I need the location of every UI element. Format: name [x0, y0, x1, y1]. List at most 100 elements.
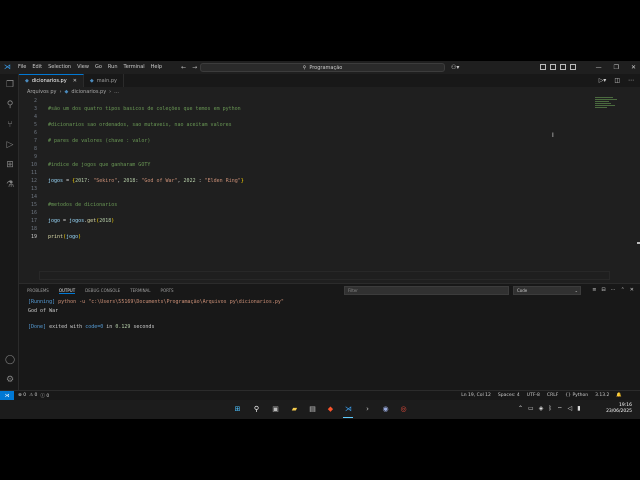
vscode-logo-icon: ⋊: [4, 63, 11, 71]
token: "God of War": [141, 178, 178, 184]
token: "Elden Ring": [204, 178, 241, 184]
menu-selection[interactable]: Selection: [45, 61, 74, 74]
elapsed-seconds: 0.129: [115, 324, 131, 330]
line-number: 16: [30, 210, 37, 216]
store-icon[interactable]: ▤: [307, 404, 318, 415]
code-editor[interactable]: 2 3 4 5 6 7 8 9 10 11 12 13 14 15 16 17 …: [19, 97, 640, 283]
line-number: 18: [30, 226, 37, 232]
toggle-panel-icon[interactable]: [560, 64, 566, 70]
windows-start-icon[interactable]: ⊞: [232, 404, 243, 415]
run-file-icon[interactable]: ▷▾: [599, 77, 607, 84]
back-arrow-icon[interactable]: ←: [181, 64, 186, 71]
chrome-icon[interactable]: ◎: [398, 404, 409, 415]
close-panel-icon[interactable]: ✕: [630, 287, 634, 293]
battery-icon[interactable]: ▮: [577, 405, 580, 413]
token: print: [48, 234, 64, 240]
output-filter-input[interactable]: Filter: [344, 286, 509, 295]
maximize-panel-icon[interactable]: ⌃: [621, 287, 625, 293]
code-line-19: print(jogo): [48, 233, 81, 241]
editor-scrollbar[interactable]: [632, 97, 640, 283]
volume-icon[interactable]: ◁: [568, 405, 573, 413]
token: 2017: [75, 178, 88, 184]
problems-summary[interactable]: ⊗ 0 ⚠ 0 ⓘ 0: [18, 393, 49, 399]
task-view-icon[interactable]: ▣: [270, 404, 281, 415]
account-icon[interactable]: ◯: [5, 355, 15, 365]
tab-dicionarios[interactable]: ◆ dicionarios.py ✕: [19, 74, 84, 87]
remote-indicator-icon[interactable]: ⋊: [0, 390, 14, 401]
running-tag: [Running]: [28, 299, 56, 305]
split-editor-icon[interactable]: ◫: [614, 77, 620, 84]
more-actions-icon[interactable]: ⋯: [628, 77, 634, 84]
token: jogo: [48, 218, 61, 224]
menu-go[interactable]: Go: [92, 61, 105, 74]
forward-arrow-icon[interactable]: →: [192, 64, 197, 71]
network-status-icon[interactable]: ▭: [528, 405, 534, 413]
code-line-17: jogo = jogos.get(2018): [48, 217, 114, 225]
copilot-icon[interactable]: ⚇▾: [451, 64, 459, 71]
token: 2022: [183, 178, 196, 184]
shield-icon[interactable]: ◈: [539, 405, 544, 413]
windows-taskbar: ⊞ ⚲ ▣ ▰ ▤ ◆ ⋊ › ◉ ◎ ⌃ ▭ ◈ ᛒ ⌔ ◁ ▮ 19:16 …: [0, 400, 640, 419]
menu-help[interactable]: Help: [148, 61, 165, 74]
steam-icon[interactable]: ◉: [380, 404, 391, 415]
minimize-button[interactable]: —: [596, 61, 602, 74]
customize-layout-icon[interactable]: [570, 64, 576, 70]
token: =: [63, 178, 73, 184]
vscode-taskbar-icon[interactable]: ⋊: [343, 404, 354, 415]
breadcrumb-folder[interactable]: Arquivos py: [27, 89, 56, 95]
token: jogos: [48, 178, 64, 184]
token: :: [195, 178, 205, 184]
toggle-sidebar-icon[interactable]: [540, 64, 546, 70]
command-center-search[interactable]: ⚲ Programação: [200, 63, 445, 72]
minimap[interactable]: [595, 97, 623, 117]
chevron-up-icon[interactable]: ⌃: [518, 405, 523, 413]
close-icon[interactable]: ✕: [73, 78, 77, 84]
tab-debug-console[interactable]: DEBUG CONSOLE: [85, 288, 120, 294]
tab-output[interactable]: OUTPUT: [58, 288, 76, 294]
line-number: 11: [30, 170, 37, 176]
output-channel-value: Code: [517, 288, 528, 293]
clear-output-icon[interactable]: ≡: [592, 287, 596, 293]
more-actions-icon[interactable]: ⋯: [611, 287, 616, 293]
editor-actions: ▷▾ ◫ ⋯: [599, 77, 634, 84]
python-file-icon: ◆: [25, 78, 29, 84]
output-channel-select[interactable]: Code ⌄: [513, 286, 581, 295]
menu-view[interactable]: View: [74, 61, 92, 74]
current-line-highlight: [39, 271, 610, 280]
python-file-icon: ◆: [89, 77, 94, 84]
system-clock[interactable]: 19:16 23/06/2025: [606, 403, 632, 415]
close-button[interactable]: ✕: [631, 61, 636, 74]
explorer-icon[interactable]: ❐: [5, 80, 15, 90]
menu-file[interactable]: File: [15, 61, 29, 74]
menu-terminal[interactable]: Terminal: [121, 61, 148, 74]
breadcrumb-file[interactable]: dicionarios.py: [71, 89, 106, 95]
testing-icon[interactable]: ⚗: [5, 180, 15, 190]
line-number: 5: [33, 122, 37, 128]
terminal-icon[interactable]: ›: [362, 404, 373, 415]
settings-gear-icon[interactable]: ⚙: [5, 375, 15, 385]
tab-ports[interactable]: PORTS: [161, 288, 174, 294]
extensions-icon[interactable]: ⊞: [5, 160, 15, 170]
tab-main[interactable]: ◆ main.py: [84, 74, 124, 87]
wifi-icon[interactable]: ⌔: [557, 405, 563, 413]
token: }: [240, 178, 244, 184]
file-explorer-icon[interactable]: ▰: [289, 404, 300, 415]
system-tray: ⌃ ▭ ◈ ᛒ ⌔ ◁ ▮: [518, 405, 581, 413]
run-debug-icon[interactable]: ▷: [5, 140, 15, 150]
menu-edit[interactable]: Edit: [29, 61, 45, 74]
source-control-icon[interactable]: ⑂: [5, 120, 15, 130]
brave-browser-icon[interactable]: ◆: [325, 404, 336, 415]
bluetooth-icon[interactable]: ᛒ: [548, 405, 552, 413]
panel-actions: ≡ ⊟ ⋯ ⌃ ✕: [592, 287, 634, 293]
menu-run[interactable]: Run: [105, 61, 121, 74]
search-icon[interactable]: ⚲: [251, 404, 262, 415]
tab-problems[interactable]: PROBLEMS: [27, 288, 49, 294]
token: get: [87, 218, 97, 224]
toggle-editor-icon[interactable]: [550, 64, 556, 70]
tab-terminal[interactable]: TERMINAL: [130, 288, 150, 294]
lock-scroll-icon[interactable]: ⊟: [601, 287, 605, 293]
chevron-down-icon: ⌄: [574, 288, 578, 293]
maximize-button[interactable]: ❐: [614, 61, 619, 74]
breadcrumb-symbol[interactable]: ...: [114, 89, 119, 95]
search-icon[interactable]: ⚲: [5, 100, 15, 110]
